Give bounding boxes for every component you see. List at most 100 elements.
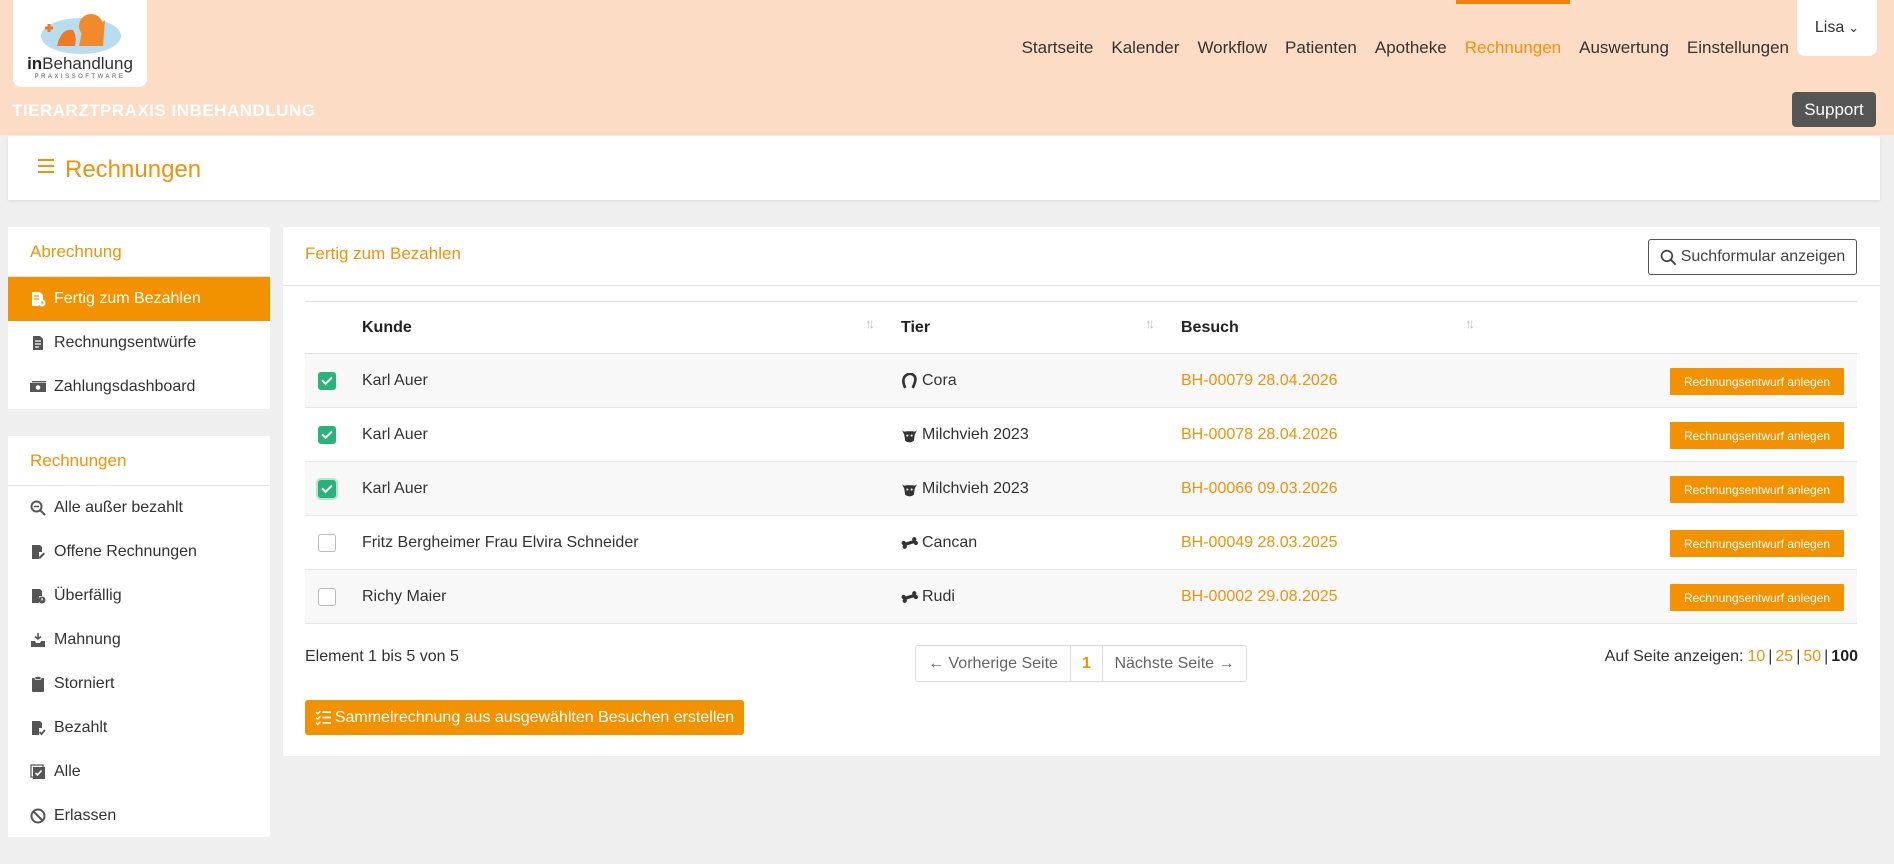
divider — [283, 285, 1880, 286]
per-page-selector: Auf Seite anzeigen: 10 | 25 | 50 | 100 — [1604, 648, 1858, 666]
table-row: Fritz Bergheimer Frau Elvira Schneider C… — [305, 516, 1857, 570]
sidebar-item-alle-ausser-bezahlt[interactable]: Alle außer bezahlt — [8, 486, 270, 530]
main-nav: Startseite Kalender Workflow Patienten A… — [1004, 0, 1789, 58]
nav-startseite[interactable]: Startseite — [1022, 38, 1094, 58]
animal-cell: Cancan — [901, 516, 977, 570]
create-invoice-draft-button[interactable]: Rechnungsentwurf anlegen — [1670, 584, 1844, 611]
sidebar-item-label: Alle — [54, 763, 81, 780]
hamburger-menu-icon[interactable] — [38, 159, 54, 173]
column-header-visit[interactable]: Besuch — [1181, 302, 1239, 354]
top-header: inBehandlung PRAXISSOFTWARE Startseite K… — [0, 0, 1894, 135]
row-checkbox[interactable] — [318, 480, 336, 498]
sidebar-item-label: Fertig zum Bezahlen — [54, 290, 201, 307]
show-search-form-button[interactable]: Suchformular anzeigen — [1648, 239, 1857, 275]
nav-einstellungen[interactable]: Einstellungen — [1687, 38, 1789, 58]
animal-cell: Milchvieh 2023 — [901, 408, 1029, 462]
inbox-download-icon — [30, 632, 46, 648]
visit-link[interactable]: BH-00002 29.08.2025 — [1181, 570, 1338, 624]
visit-link[interactable]: BH-00066 09.03.2026 — [1181, 462, 1338, 516]
row-checkbox[interactable] — [318, 588, 336, 606]
sidebar-item-fertig-zum-bezahlen[interactable]: Fertig zum Bezahlen — [8, 277, 270, 321]
sort-icon[interactable]: ↑↓ — [1465, 316, 1475, 331]
bone-icon — [901, 590, 918, 603]
sidebar-item-label: Erlassen — [54, 807, 117, 824]
column-header-customer[interactable]: Kunde — [362, 302, 412, 354]
invoice-list-panel: Fertig zum Bezahlen Suchformular anzeige… — [283, 227, 1880, 756]
animal-cell: Milchvieh 2023 — [901, 462, 1029, 516]
animal-cell: Cora — [901, 354, 957, 408]
sidebar-item-mahnung[interactable]: Mahnung — [8, 618, 270, 662]
sidebar-item-bezahlt[interactable]: Bezahlt — [8, 706, 270, 750]
invoice-pen-icon — [30, 544, 46, 560]
sidebar-item-rechnungsentwuerfe[interactable]: Rechnungsentwürfe — [8, 321, 270, 365]
sort-icon[interactable]: ↑↓ — [1145, 316, 1155, 331]
sidebar-item-label: Mahnung — [54, 631, 121, 648]
row-checkbox[interactable] — [318, 534, 336, 552]
sidebar-item-alle[interactable]: Alle — [8, 750, 270, 794]
ban-icon — [30, 808, 46, 824]
visit-link[interactable]: BH-00078 28.04.2026 — [1181, 408, 1338, 462]
visit-link[interactable]: BH-00049 28.03.2025 — [1181, 516, 1338, 570]
sidebar-item-erlassen[interactable]: Erlassen — [8, 794, 270, 838]
sidebar-item-label: Rechnungsentwürfe — [54, 334, 197, 351]
checklist-icon — [30, 764, 46, 780]
sidebar-item-storniert[interactable]: Storniert — [8, 662, 270, 706]
per-page-option-100[interactable]: 100 — [1831, 648, 1858, 666]
sidebar-item-label: Zahlungsdashboard — [54, 378, 196, 395]
previous-page-button[interactable]: ← Vorherige Seite — [916, 646, 1071, 681]
create-invoice-draft-button[interactable]: Rechnungsentwurf anlegen — [1670, 530, 1844, 557]
customer-name: Karl Auer — [362, 426, 428, 443]
sidebar-group-title: Rechnungen — [8, 436, 270, 486]
bulk-button-label: Sammelrechnung aus ausgewählten Besuchen… — [334, 708, 735, 726]
sidebar-item-label: Alle außer bezahlt — [54, 499, 183, 516]
nav-patienten[interactable]: Patienten — [1285, 38, 1357, 58]
document-icon — [30, 335, 46, 351]
bone-icon — [901, 536, 918, 549]
nav-auswertung[interactable]: Auswertung — [1579, 38, 1669, 58]
sidebar-group-title: Abrechnung — [8, 227, 270, 277]
nav-rechnungen[interactable]: Rechnungen — [1455, 0, 1571, 58]
nav-apotheke[interactable]: Apotheke — [1375, 38, 1447, 58]
row-checkbox[interactable] — [318, 426, 336, 444]
table-info: Element 1 bis 5 von 5 — [305, 648, 459, 665]
sidebar-item-ueberfaellig[interactable]: Überfällig — [8, 574, 270, 618]
sort-icon[interactable]: ↑↓ — [865, 316, 875, 331]
nav-workflow[interactable]: Workflow — [1197, 38, 1267, 58]
animal-name: Cancan — [922, 534, 978, 551]
row-checkbox[interactable] — [318, 372, 336, 390]
support-button[interactable]: Support — [1792, 92, 1876, 127]
next-page-button[interactable]: Nächste Seite → — [1103, 646, 1246, 681]
column-header-animal[interactable]: Tier — [901, 302, 930, 354]
sidebar-item-label: Bezahlt — [54, 719, 108, 736]
sidebar-item-offene-rechnungen[interactable]: Offene Rechnungen — [8, 530, 270, 574]
logo-text: inBehandlung — [27, 54, 133, 73]
user-menu[interactable]: Lisa ⌄ — [1797, 0, 1877, 56]
create-invoice-draft-button[interactable]: Rechnungsentwurf anlegen — [1670, 476, 1844, 503]
per-page-option-10[interactable]: 10 — [1747, 648, 1765, 666]
invoice-check-icon — [30, 720, 46, 736]
create-collective-invoice-button[interactable]: Sammelrechnung aus ausgewählten Besuchen… — [305, 700, 744, 735]
search-icon — [1660, 249, 1677, 265]
create-invoice-draft-button[interactable]: Rechnungsentwurf anlegen — [1670, 422, 1844, 449]
visit-link[interactable]: BH-00079 28.04.2026 — [1181, 354, 1338, 408]
per-page-option-25[interactable]: 25 — [1775, 648, 1793, 666]
checklist-icon — [315, 710, 331, 726]
invoice-alert-icon — [30, 588, 46, 604]
animal-name: Rudi — [922, 588, 955, 605]
per-page-option-50[interactable]: 50 — [1803, 648, 1821, 666]
animal-cell: Rudi — [901, 570, 955, 624]
page-header: Rechnungen — [8, 136, 1880, 200]
sidebar-item-zahlungsdashboard[interactable]: Zahlungsdashboard — [8, 365, 270, 409]
create-invoice-draft-button[interactable]: Rechnungsentwurf anlegen — [1670, 368, 1844, 395]
table-row: Karl Auer Milchvieh 2023 BH-00066 09.03.… — [305, 462, 1857, 516]
money-icon — [30, 379, 46, 395]
page-number[interactable]: 1 — [1071, 646, 1103, 681]
user-name: Lisa — [1814, 19, 1845, 36]
animal-name: Milchvieh 2023 — [922, 426, 1029, 443]
sidebar-item-label: Überfällig — [54, 587, 122, 604]
page-title: Rechnungen — [65, 156, 202, 183]
sidebar-item-label: Storniert — [54, 675, 115, 692]
nav-kalender[interactable]: Kalender — [1111, 38, 1179, 58]
app-logo[interactable]: inBehandlung PRAXISSOFTWARE — [13, 0, 147, 87]
sidebar-abrechnung: Abrechnung Fertig zum Bezahlen Rechnungs… — [8, 227, 270, 409]
